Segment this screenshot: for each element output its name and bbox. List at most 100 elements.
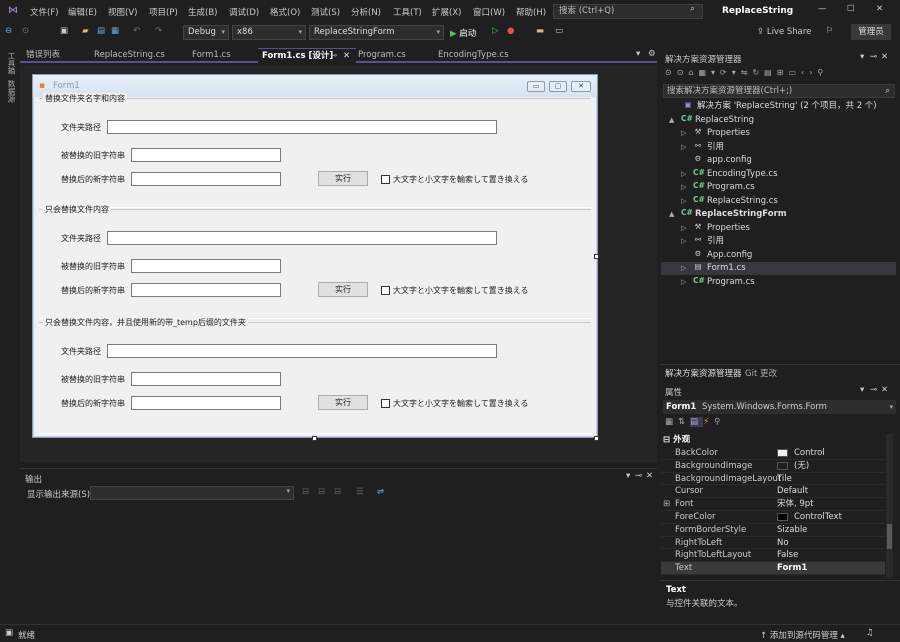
tab-git-changes[interactable]: Git 更改 xyxy=(745,367,777,379)
resize-handle[interactable] xyxy=(312,436,317,441)
pin-icon[interactable]: ⊸ xyxy=(330,49,337,64)
menu-item[interactable]: 扩展(X) xyxy=(432,6,461,18)
panel-pin-icon[interactable]: ⊸ xyxy=(870,52,877,62)
startup-project-select[interactable]: ReplaceStringForm ▾ xyxy=(309,25,444,40)
object-selector[interactable]: Form1 System.Windows.Forms.Form ▾ xyxy=(663,400,896,414)
old-string-input[interactable] xyxy=(131,259,281,273)
new-string-input[interactable] xyxy=(131,396,281,410)
new-string-input[interactable] xyxy=(131,283,281,297)
form-window[interactable]: ▪ Form1 ▭ ▢ ✕ 替换文件夹名字和内容 文件夹路径 被替换的旧字符串 替换后… xyxy=(32,74,599,441)
property-value[interactable]: 宋体, 9pt xyxy=(777,498,814,511)
panel-pin-icon[interactable]: ⊸ xyxy=(870,385,877,395)
property-row[interactable]: Text Form1 xyxy=(661,562,885,575)
panel-dropdown-icon[interactable]: ▾ xyxy=(860,52,864,62)
menu-item[interactable]: 生成(B) xyxy=(188,6,217,18)
save-all-icon[interactable]: ▦ xyxy=(111,26,119,36)
tab-solution-explorer[interactable]: 解决方案资源管理器 xyxy=(665,367,742,379)
tab-error-list[interactable]: 错误列表 xyxy=(22,48,82,63)
alphabetical-icon[interactable]: ⇅ xyxy=(678,417,690,427)
property-row[interactable]: BackgroundImageLayout Tile xyxy=(661,473,885,486)
output-close-icon[interactable]: ✕ xyxy=(646,471,653,481)
find-message-icon[interactable]: ⊟ xyxy=(302,487,309,497)
property-row[interactable]: FormBorderStyle Sizable xyxy=(661,524,885,537)
folder-icon[interactable]: ▬ xyxy=(536,26,544,36)
tree-item[interactable]: ▷ ▤ Form1.cs xyxy=(661,262,896,275)
resize-handle[interactable] xyxy=(594,254,599,259)
menu-item[interactable]: 格式(O) xyxy=(270,6,300,18)
menu-item[interactable]: 测试(S) xyxy=(311,6,340,18)
tree-item[interactable]: ▷ C# ReplaceString.cs xyxy=(661,195,896,208)
restore-button[interactable]: ☐ xyxy=(847,4,855,14)
property-value[interactable]: Tile xyxy=(777,473,792,486)
property-row[interactable]: ForeColor ControlText xyxy=(661,511,885,524)
menu-item[interactable]: 调试(D) xyxy=(229,6,259,18)
gear-icon[interactable]: ⚙ xyxy=(648,49,656,59)
property-row[interactable]: ⊞ Font 宋体, 9pt xyxy=(661,498,885,511)
collapsed-arrow-icon[interactable]: ▷ xyxy=(681,195,686,208)
collapsed-arrow-icon[interactable]: ▷ xyxy=(681,168,686,181)
solution-search-input[interactable]: 搜索解决方案资源管理器(Ctrl+;) ⌕ xyxy=(663,84,895,98)
save-icon[interactable]: ▤ xyxy=(97,26,105,36)
property-value[interactable]: ControlText xyxy=(794,511,842,524)
menu-item[interactable]: 工具(T) xyxy=(393,6,422,18)
case-sensitive-checkbox[interactable] xyxy=(381,399,390,408)
tree-item[interactable]: ▣ 解决方案 'ReplaceString' (2 个项目，共 2 个) xyxy=(661,100,896,113)
forward-icon[interactable]: ⊙ xyxy=(22,26,29,36)
tree-item[interactable]: ▲ C# ReplaceStringForm xyxy=(661,208,896,221)
panel-close-icon[interactable]: ✕ xyxy=(881,52,888,62)
tree-item[interactable]: ▷ C# Program.cs xyxy=(661,276,896,289)
output-pin-icon[interactable]: ⊸ xyxy=(635,471,642,481)
tree-item[interactable]: ▷ ⚒ Properties xyxy=(661,127,896,140)
start-without-debug-icon[interactable]: ▷ xyxy=(492,26,499,36)
expand-icon[interactable]: ⊞ xyxy=(663,498,670,511)
property-value[interactable]: No xyxy=(777,537,789,550)
property-value[interactable]: Control xyxy=(794,447,825,460)
property-pages-icon[interactable]: ⚲ xyxy=(714,417,725,427)
next-message-icon[interactable]: ⊟ xyxy=(334,487,341,497)
collapsed-arrow-icon[interactable]: ▷ xyxy=(681,222,686,235)
collapsed-arrow-icon[interactable]: ▷ xyxy=(681,127,686,140)
expanded-arrow-icon[interactable]: ▲ xyxy=(669,114,674,127)
tree-item[interactable]: ⚙ App.config xyxy=(661,249,896,262)
menu-item[interactable]: 项目(P) xyxy=(149,6,178,18)
menu-item[interactable]: 文件(F) xyxy=(30,6,59,18)
tab-form1-designer[interactable]: Form1.cs [设计] ⊸ ✕ xyxy=(258,48,356,63)
tree-item[interactable]: ▷ ⚒ Properties xyxy=(661,222,896,235)
redo-icon[interactable]: ↷ xyxy=(155,26,162,36)
close-tab-icon[interactable]: ✕ xyxy=(343,49,350,64)
search-input[interactable]: 搜索 (Ctrl+Q) xyxy=(553,4,703,19)
old-string-input[interactable] xyxy=(131,148,281,162)
properties-icon[interactable]: ▤ xyxy=(690,417,704,427)
new-string-input[interactable] xyxy=(131,172,281,186)
property-value[interactable]: False xyxy=(777,549,798,562)
property-value[interactable]: (无) xyxy=(794,460,809,473)
collapsed-arrow-icon[interactable]: ▷ xyxy=(681,276,686,289)
close-button[interactable]: ✕ xyxy=(876,4,883,14)
expanded-arrow-icon[interactable]: ▲ xyxy=(669,208,674,221)
tab-replacestring-cs[interactable]: ReplaceString.cs xyxy=(90,48,185,63)
collapsed-arrow-icon[interactable]: ▷ xyxy=(681,141,686,154)
start-button[interactable]: ▶ 启动 xyxy=(450,27,476,39)
old-string-input[interactable] xyxy=(131,372,281,386)
tree-item[interactable]: ▷ C# EncodingType.cs xyxy=(661,168,896,181)
tree-item[interactable]: ▲ C# ReplaceString xyxy=(661,114,896,127)
new-project-icon[interactable]: ▣ xyxy=(60,26,68,36)
property-value[interactable]: Form1 xyxy=(777,562,807,575)
tab-form1-cs[interactable]: Form1.cs xyxy=(188,48,256,63)
clear-all-icon[interactable]: ☰ xyxy=(356,487,364,497)
prev-message-icon[interactable]: ⊟ xyxy=(318,487,325,497)
case-sensitive-checkbox[interactable] xyxy=(381,286,390,295)
notification-icon[interactable]: ♫ xyxy=(866,628,874,638)
output-source-select[interactable]: ▾ xyxy=(90,486,294,500)
open-icon[interactable]: ▰ xyxy=(82,26,89,36)
folder-path-input[interactable] xyxy=(107,231,497,245)
undo-icon[interactable]: ↶ xyxy=(133,26,140,36)
properties-scrollbar[interactable] xyxy=(886,434,893,577)
config-select[interactable]: Debug ▾ xyxy=(183,25,229,40)
categorized-icon[interactable]: ▦ xyxy=(665,417,678,427)
property-row[interactable]: RightToLeftLayout False xyxy=(661,549,885,563)
menu-item[interactable]: 视图(V) xyxy=(108,6,137,18)
properties-category[interactable]: ⊟ 外观 xyxy=(663,434,885,446)
hot-reload-icon[interactable]: ● xyxy=(507,26,514,36)
panel-close-icon[interactable]: ✕ xyxy=(881,385,888,395)
